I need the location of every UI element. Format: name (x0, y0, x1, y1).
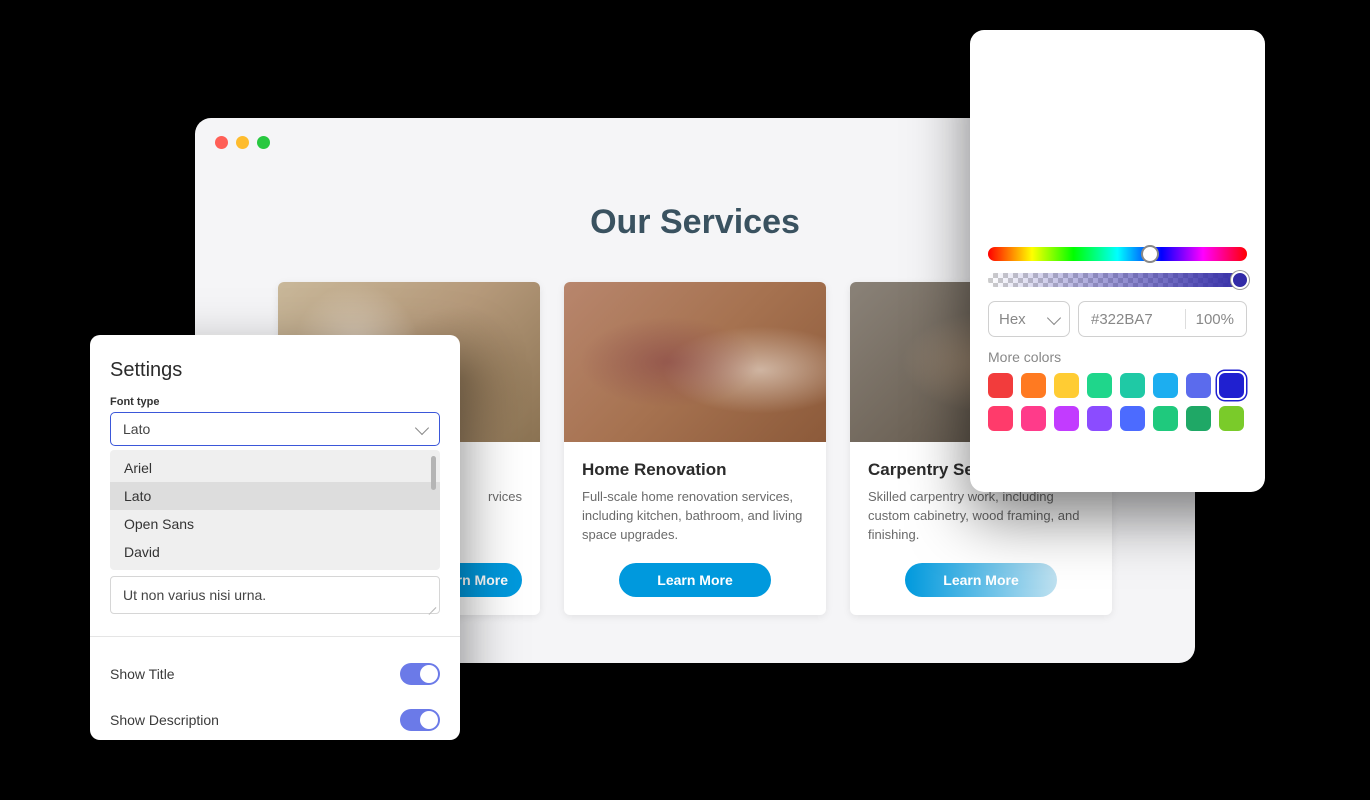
color-picker-panel: Hex #322BA7 100% More colors (970, 30, 1265, 492)
resize-handle-icon[interactable] (426, 600, 436, 610)
font-type-dropdown: Ariel Lato Open Sans David (110, 450, 440, 570)
alpha-overlay (988, 273, 1247, 287)
service-card-description: Skilled carpentry work, including custom… (868, 488, 1094, 545)
font-type-select[interactable]: Lato (110, 412, 440, 446)
show-description-label: Show Description (110, 712, 219, 728)
color-swatch[interactable] (1120, 373, 1145, 398)
show-title-row: Show Title (110, 651, 440, 697)
font-option[interactable]: David (110, 538, 440, 566)
color-swatch[interactable] (1021, 406, 1046, 431)
chevron-down-icon (1047, 310, 1061, 324)
hex-value: #322BA7 (1091, 311, 1175, 328)
font-option[interactable]: Open Sans (110, 510, 440, 538)
chevron-down-icon (415, 420, 429, 434)
color-swatch[interactable] (988, 373, 1013, 398)
show-title-label: Show Title (110, 666, 175, 682)
hex-input-box[interactable]: #322BA7 100% (1078, 301, 1247, 337)
window-minimize-icon[interactable] (236, 136, 249, 149)
alpha-slider-thumb[interactable] (1231, 271, 1249, 289)
window-close-icon[interactable] (215, 136, 228, 149)
service-card-image (564, 282, 826, 442)
color-swatch[interactable] (1219, 406, 1244, 431)
show-description-row: Show Description (110, 697, 440, 743)
dropdown-scrollbar[interactable] (431, 456, 436, 490)
color-input-row: Hex #322BA7 100% (988, 301, 1247, 337)
hue-slider[interactable] (988, 247, 1247, 261)
settings-panel: Settings Font type Lato Ariel Lato Open … (90, 335, 460, 740)
settings-title: Settings (110, 359, 440, 382)
more-colors-label: More colors (988, 349, 1247, 365)
divider (1185, 309, 1186, 329)
learn-more-button[interactable]: Learn More (619, 563, 770, 597)
alpha-slider[interactable] (988, 273, 1247, 287)
swatch-grid (988, 373, 1247, 431)
service-card-body: Home Renovation Full-scale home renovati… (564, 442, 826, 615)
color-swatch[interactable] (1120, 406, 1145, 431)
service-card-title: Home Renovation (582, 460, 808, 480)
color-swatch[interactable] (1186, 373, 1211, 398)
color-swatch[interactable] (1219, 373, 1244, 398)
color-swatch[interactable] (988, 406, 1013, 431)
text-input[interactable]: Ut non varius nisi urna. (110, 576, 440, 614)
color-swatch[interactable] (1153, 373, 1178, 398)
color-swatch[interactable] (1054, 406, 1079, 431)
show-title-toggle[interactable] (400, 663, 440, 685)
alpha-value: 100% (1196, 311, 1234, 328)
font-option[interactable]: Ariel (110, 454, 440, 482)
hue-slider-thumb[interactable] (1141, 245, 1159, 263)
font-type-value: Lato (123, 421, 150, 437)
color-swatch[interactable] (1087, 406, 1112, 431)
color-format-value: Hex (999, 311, 1026, 328)
service-card-description: Full-scale home renovation services, inc… (582, 488, 808, 545)
window-maximize-icon[interactable] (257, 136, 270, 149)
show-description-toggle[interactable] (400, 709, 440, 731)
color-format-select[interactable]: Hex (988, 301, 1070, 337)
color-swatch[interactable] (1153, 406, 1178, 431)
color-swatch[interactable] (1186, 406, 1211, 431)
window-controls (215, 136, 270, 149)
color-swatch[interactable] (1087, 373, 1112, 398)
color-saturation-canvas[interactable] (988, 48, 1247, 233)
color-swatch[interactable] (1054, 373, 1079, 398)
divider (90, 636, 460, 637)
font-option[interactable]: Lato (110, 482, 440, 510)
learn-more-button[interactable]: Learn More (905, 563, 1056, 597)
service-card: Home Renovation Full-scale home renovati… (564, 282, 826, 615)
color-swatch[interactable] (1021, 373, 1046, 398)
font-type-label: Font type (110, 396, 440, 408)
